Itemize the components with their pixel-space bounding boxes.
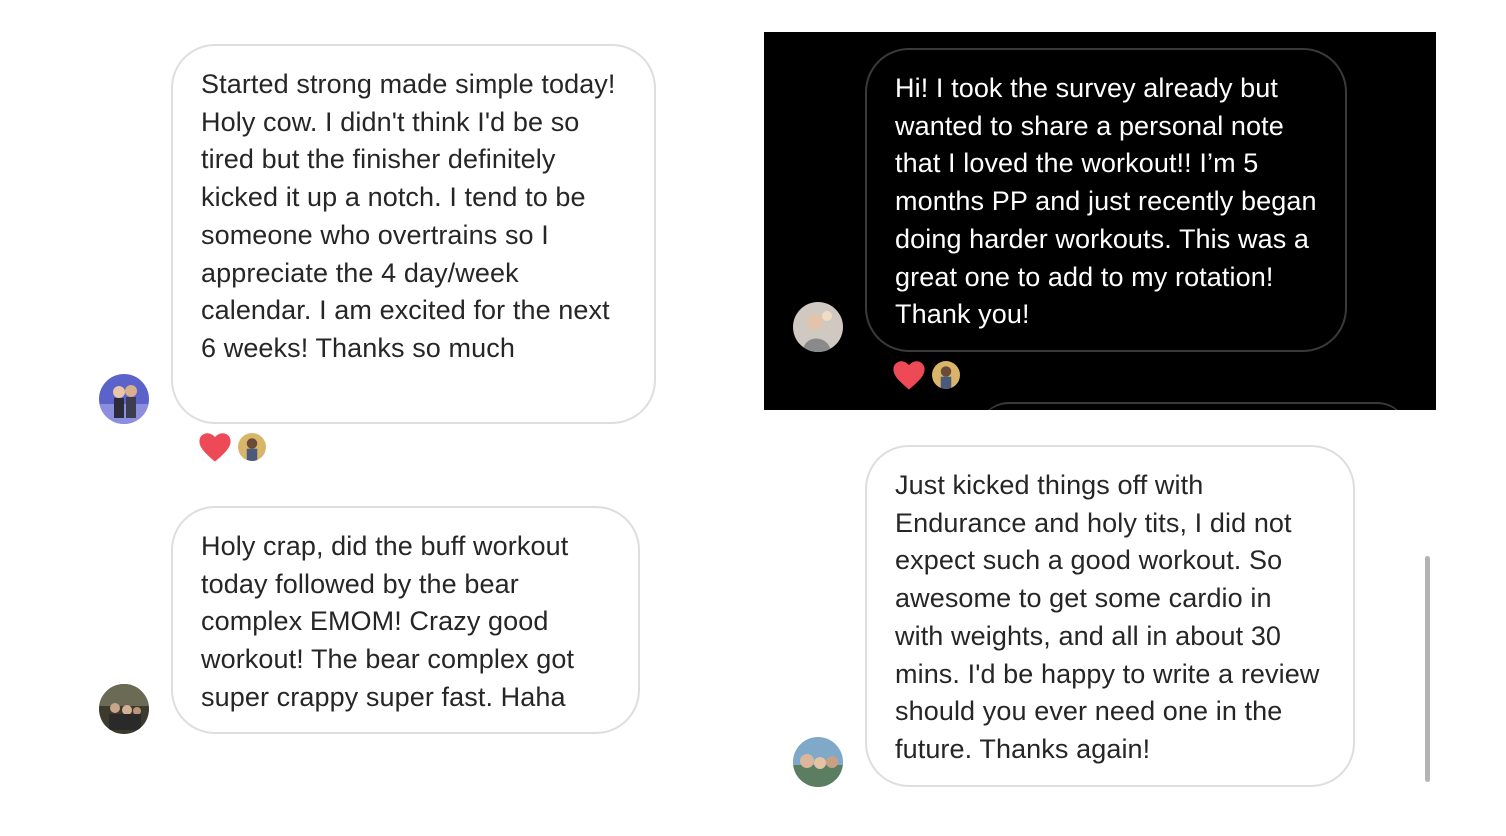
heart-icon [199,433,231,462]
dark-screenshot-panel: Hi! I took the survey already but wanted… [764,32,1436,410]
message-text: Holy crap, did the buff workout today fo… [201,531,575,712]
message-bubble[interactable]: Just kicked things off with Endurance an… [865,445,1355,787]
avatar-photo [99,684,149,734]
avatar-photo [793,737,843,787]
avatar-photo [99,374,149,424]
partial-message-bubble [978,402,1408,410]
reactor-avatar [236,431,268,463]
message-text: Just kicked things off with Endurance an… [895,470,1320,764]
message-text: Hi! I took the survey already but wanted… [895,73,1317,330]
sender-avatar[interactable] [793,302,843,352]
message-bubble[interactable]: Holy crap, did the buff workout today fo… [171,506,640,734]
message-bubble[interactable]: Hi! I took the survey already but wanted… [865,48,1347,352]
heart-icon [893,361,925,390]
reactor-avatar [930,359,962,391]
avatar-photo [793,302,843,352]
scrollbar[interactable] [1425,556,1430,782]
message-reactions[interactable] [198,431,268,463]
sender-avatar[interactable] [99,684,149,734]
message-bubble[interactable]: Started strong made simple today! Holy c… [171,44,656,424]
message-text: Started strong made simple today! Holy c… [201,69,616,363]
sender-avatar[interactable] [793,737,843,787]
message-reactions[interactable] [892,359,962,391]
sender-avatar[interactable] [99,374,149,424]
